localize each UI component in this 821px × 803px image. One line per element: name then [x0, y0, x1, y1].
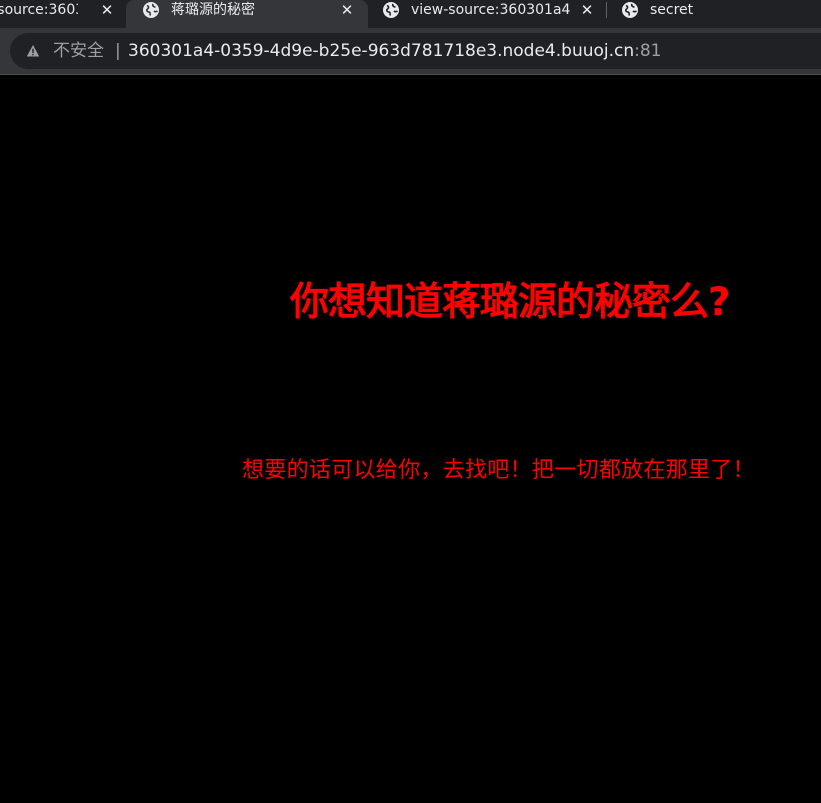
tab-strip: view-source:360301a4 ✕ 蒋璐源的秘密 ✕ view-sou… [0, 0, 821, 28]
tab-view-source-2[interactable]: view-source:360301a4 ✕ [366, 0, 606, 28]
tab-view-source-1[interactable]: view-source:360301a4 ✕ [0, 0, 126, 28]
close-icon[interactable]: ✕ [580, 0, 594, 20]
close-icon[interactable]: ✕ [100, 0, 114, 20]
page-headline: 你想知道蒋璐源的秘密么? [290, 280, 731, 325]
url-host: 360301a4-0359-4d9e-b25e-963d781718e3.nod… [128, 41, 635, 61]
url-port: :81 [634, 41, 662, 61]
page-subline: 想要的话可以给你，去找吧！把一切都放在那里了！ [242, 458, 755, 483]
tab-secret-page[interactable]: 蒋璐源的秘密 ✕ [126, 0, 368, 28]
address-bar[interactable]: 不安全 | 360301a4-0359-4d9e-b25e-963d781718… [10, 33, 821, 69]
browser-toolbar: 不安全 | 360301a4-0359-4d9e-b25e-963d781718… [0, 28, 821, 74]
globe-icon [622, 2, 638, 18]
close-icon[interactable]: ✕ [340, 0, 354, 20]
url-text[interactable]: 360301a4-0359-4d9e-b25e-963d781718e3.nod… [128, 33, 662, 69]
globe-icon [143, 2, 159, 18]
globe-icon [383, 2, 399, 18]
tab-title: 蒋璐源的秘密 [171, 2, 255, 18]
tab-title: view-source:360301a4 [0, 2, 78, 18]
tab-secret[interactable]: secret [605, 0, 821, 28]
tab-title: view-source:360301a4 [411, 2, 571, 18]
page-content: 你想知道蒋璐源的秘密么? 想要的话可以给你，去找吧！把一切都放在那里了！ [0, 75, 821, 803]
address-divider: | [115, 41, 121, 61]
security-status-label[interactable]: 不安全 [53, 33, 104, 69]
tab-title: secret [650, 2, 694, 18]
warning-triangle-icon[interactable] [26, 44, 40, 58]
